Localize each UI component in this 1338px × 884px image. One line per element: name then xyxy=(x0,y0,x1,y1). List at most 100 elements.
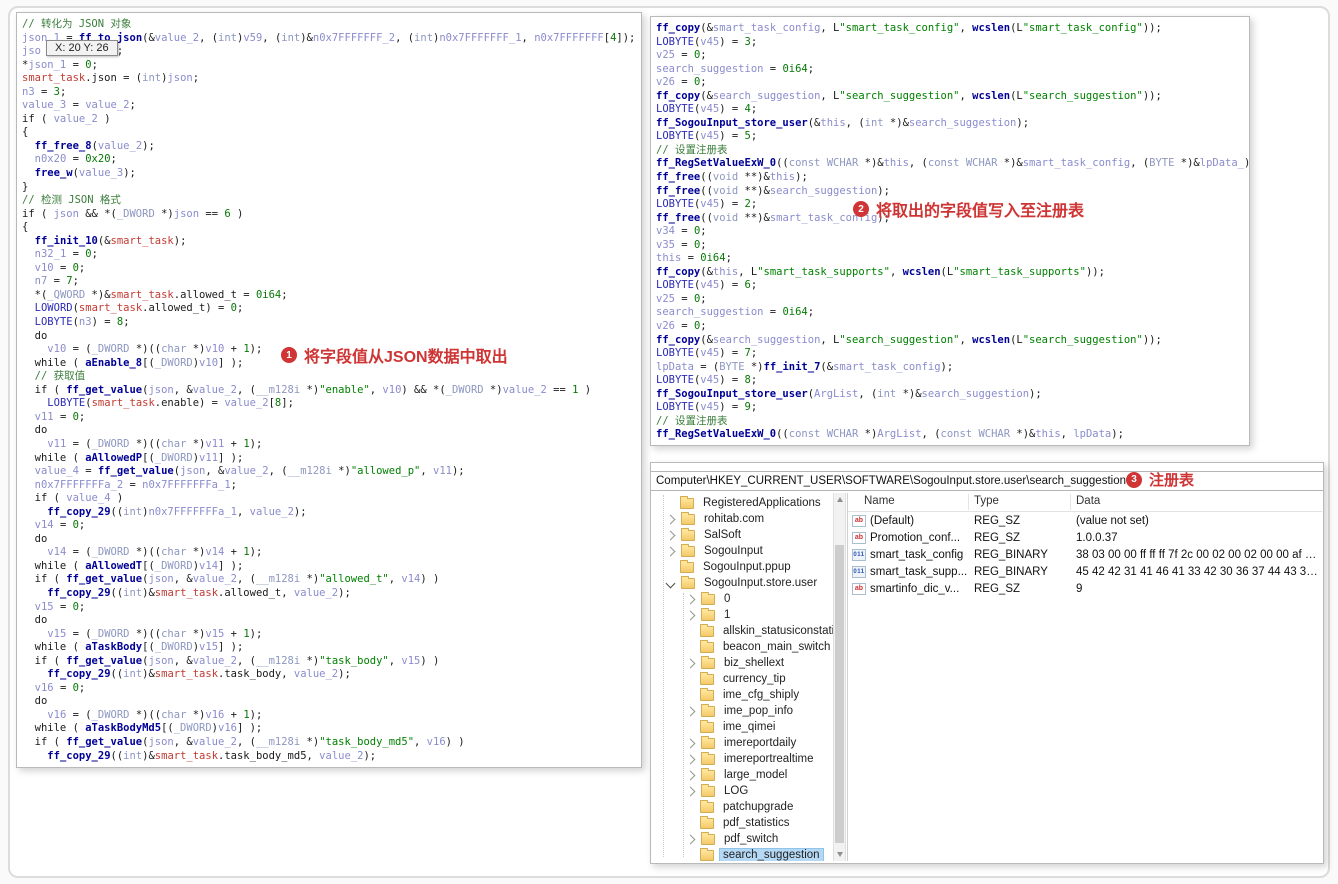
code-line: ff_RegSetValueExW_0((const WCHAR *)ArgLi… xyxy=(656,428,1124,441)
code-line: ff_SogouInput_store_user(ArgList, (int *… xyxy=(656,387,1042,400)
code-line: LOBYTE(smart_task.enable) = value_2[8]; xyxy=(47,397,294,410)
tree-item-sogouinput-ppup[interactable]: SogouInput.ppup xyxy=(651,559,833,575)
folder-icon xyxy=(680,559,694,573)
tree-item-biz-shellext[interactable]: biz_shellext xyxy=(651,655,833,671)
code-line: { xyxy=(22,126,29,139)
chevron-right-icon[interactable] xyxy=(685,738,696,748)
column-header-name[interactable]: Name xyxy=(864,495,895,507)
folder-icon xyxy=(701,655,715,669)
code-line: LOBYTE(v45) = 9; xyxy=(656,401,758,414)
annotation-1-badge: 1 xyxy=(281,347,297,363)
tree-item-patchupgrade[interactable]: patchupgrade xyxy=(651,799,833,815)
code-line: free_w(value_3); xyxy=(34,167,136,180)
tree-item-registeredapplications[interactable]: RegisteredApplications xyxy=(651,495,833,511)
tree-item-imereportrealtime[interactable]: imereportrealtime xyxy=(651,751,833,767)
tree-item-pdf-switch[interactable]: pdf_switch xyxy=(651,831,833,847)
code-line: if ( ff_get_value(json, &value_2, (__m12… xyxy=(22,654,440,667)
folder-icon xyxy=(701,591,715,605)
column-header-data[interactable]: Data xyxy=(1076,495,1100,507)
tree-item-beacon-main-switch[interactable]: beacon_main_switch xyxy=(651,639,833,655)
chevron-right-icon[interactable] xyxy=(685,706,696,716)
registry-value-row[interactable]: ab smartinfo_dic_v... REG_SZ 9 xyxy=(848,580,1322,597)
tree-item-sogouinput[interactable]: SogouInput xyxy=(651,543,833,559)
code-line: v16 = 0; xyxy=(34,681,86,694)
folder-icon xyxy=(700,623,714,637)
chevron-right-icon[interactable] xyxy=(665,514,676,524)
chevron-right-icon[interactable] xyxy=(665,546,676,556)
value-data: (value not set) xyxy=(1076,514,1149,527)
code-line: n3 = 3; xyxy=(22,85,67,98)
annotation-1-text: 将字段值从JSON数据中取出 xyxy=(304,349,508,366)
tree-item-label: imereportdaily xyxy=(724,737,797,749)
folder-icon xyxy=(681,511,695,525)
registry-value-row[interactable]: ab (Default) REG_SZ (value not set) xyxy=(848,512,1322,529)
tree-item-label: SogouInput xyxy=(704,545,763,557)
column-separator[interactable] xyxy=(968,494,969,510)
chevron-right-icon[interactable] xyxy=(685,834,696,844)
tree-item-0[interactable]: 0 xyxy=(651,591,833,607)
column-separator[interactable] xyxy=(1070,494,1071,510)
folder-icon xyxy=(680,495,694,509)
scrollbar-thumb[interactable] xyxy=(835,544,844,843)
tree-item-log[interactable]: LOG xyxy=(651,783,833,799)
registry-value-row[interactable]: 011 smart_task_supp... REG_BINARY 45 42 42 … xyxy=(848,563,1322,580)
string-icon: ab xyxy=(852,514,866,527)
code-line: // 转化为 JSON 对象 xyxy=(22,18,132,30)
tree-item-ime-qimei[interactable]: ime_qimei xyxy=(651,719,833,735)
chevron-right-icon[interactable] xyxy=(685,658,696,668)
code-line: lpData = (BYTE *)ff_init_7(&smart_task_c… xyxy=(656,360,954,373)
code-line: ff_copy_29((int)&smart_task.allowed_t, v… xyxy=(47,586,351,599)
registry-value-row[interactable]: ab Promotion_conf... REG_SZ 1.0.0.37 xyxy=(848,529,1322,546)
registry-window: Computer\HKEY_CURRENT_USER\SOFTWARE\Sogo… xyxy=(650,462,1324,864)
code-line: if ( value_4 ) xyxy=(22,492,124,505)
tree-item-sogouinput-store-user[interactable]: SogouInput.store.user xyxy=(651,575,833,591)
tree-item-ime-cfg-shiply[interactable]: ime_cfg_shiply xyxy=(651,687,833,703)
registry-values-list: ab (Default) REG_SZ (value not set) ab Promot… xyxy=(848,512,1322,597)
tree-item-1[interactable]: 1 xyxy=(651,607,833,623)
code-line: v25 = 0; xyxy=(656,49,707,62)
code-line: ff_RegSetValueExW_0((const WCHAR *)&this… xyxy=(656,157,1249,170)
chevron-down-icon[interactable] xyxy=(665,578,676,588)
tree-vertical-scrollbar[interactable] xyxy=(833,493,846,861)
folder-icon xyxy=(700,799,714,813)
chevron-right-icon[interactable] xyxy=(665,530,676,540)
tree-item-imereportdaily[interactable]: imereportdaily xyxy=(651,735,833,751)
chevron-right-icon[interactable] xyxy=(685,770,696,780)
tree-item-pdf-statistics[interactable]: pdf_statistics xyxy=(651,815,833,831)
tree-item-ime-pop-info[interactable]: ime_pop_info xyxy=(651,703,833,719)
code-line: do xyxy=(22,532,48,545)
code-line: while ( aTaskBodyMd5[(_DWORD)v16] ); xyxy=(22,722,263,735)
tree-item-currency-tip[interactable]: currency_tip xyxy=(651,671,833,687)
folder-icon xyxy=(700,847,714,861)
code-line: if ( json && *(_DWORD *)json == 6 ) xyxy=(22,207,244,220)
code-line: LOBYTE(v45) = 3; xyxy=(656,35,758,48)
registry-address-bar[interactable]: Computer\HKEY_CURRENT_USER\SOFTWARE\Sogo… xyxy=(651,471,1323,491)
registry-value-row[interactable]: 011 smart_task_config REG_BINARY 38 03 00 0… xyxy=(848,546,1322,563)
folder-icon xyxy=(701,607,715,621)
column-header-type[interactable]: Type xyxy=(974,495,999,507)
code-line: // 设置注册表 xyxy=(656,143,728,156)
binary-icon: 011 xyxy=(852,548,866,561)
chevron-right-icon[interactable] xyxy=(685,594,696,604)
code-line: ff_init_10(&smart_task); xyxy=(34,234,187,247)
folder-icon xyxy=(681,543,695,557)
scrollbar-up-icon[interactable] xyxy=(837,497,843,502)
scrollbar-down-icon[interactable] xyxy=(837,852,843,857)
tree-item-salsoft[interactable]: SalSoft xyxy=(651,527,833,543)
annotation-2-badge: 2 xyxy=(853,201,869,217)
tree-item-large-model[interactable]: large_model xyxy=(651,767,833,783)
value-data: 1.0.0.37 xyxy=(1076,531,1118,544)
chevron-right-icon[interactable] xyxy=(685,786,696,796)
code-line: n32_1 = 0; xyxy=(34,248,98,261)
annotation-1: 1 将字段值从JSON数据中取出 xyxy=(281,343,508,367)
code-line: v26 = 0; xyxy=(656,320,707,333)
tree-item-search-suggestion[interactable]: search_suggestion xyxy=(651,847,833,861)
code-line: smart_task.json = (int)json; xyxy=(22,72,200,85)
tree-item-allskin-statusiconstatis[interactable]: allskin_statusiconstatis xyxy=(651,623,833,639)
code-line: v14 = (_DWORD *)((char *)v14 + 1); xyxy=(47,546,263,559)
code-line: if ( ff_get_value(json, &value_2, (__m12… xyxy=(22,573,440,586)
folder-icon xyxy=(700,719,714,733)
chevron-right-icon[interactable] xyxy=(685,754,696,764)
chevron-right-icon[interactable] xyxy=(685,610,696,620)
tree-item-rohitab-com[interactable]: rohitab.com xyxy=(651,511,833,527)
